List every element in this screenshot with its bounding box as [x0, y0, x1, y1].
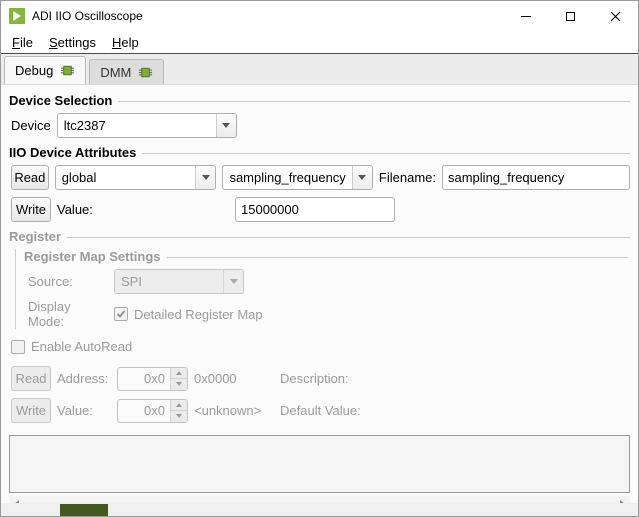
attribute-combobox-value: sampling_frequency: [223, 170, 351, 185]
check-icon: [116, 309, 126, 319]
menu-item-file[interactable]: File: [4, 33, 41, 52]
device-label: Device: [11, 118, 51, 133]
attribute-combobox[interactable]: sampling_frequency: [222, 165, 372, 190]
window-title: ADI IIO Oscilloscope: [32, 9, 143, 23]
register-value-spinbox-value: 0x0: [118, 400, 170, 422]
spin-buttons: [170, 368, 187, 390]
filename-input[interactable]: [442, 165, 630, 190]
device-selection-frame: Device Selection Device ltc2387: [7, 93, 632, 138]
menu-item-help[interactable]: Help: [104, 33, 147, 52]
maximize-icon: [566, 12, 575, 21]
arrow-up-icon: [176, 403, 182, 407]
register-value-label: Value:: [57, 403, 111, 418]
close-button[interactable]: [593, 1, 638, 31]
arrow-up-icon: [176, 371, 182, 375]
chip-icon: [138, 65, 153, 80]
spin-buttons: [170, 400, 187, 422]
tab-debug-label: Debug: [15, 63, 53, 78]
register-map-settings-title: Register Map Settings: [24, 249, 167, 264]
window-controls: [503, 1, 638, 31]
device-combobox-value: ltc2387: [58, 118, 216, 133]
chevron-down-icon: [195, 166, 215, 189]
chevron-down-icon: [352, 166, 372, 189]
default-value-label: Default Value:: [280, 403, 361, 418]
address-spinbox[interactable]: 0x0: [117, 367, 188, 391]
scope-combobox[interactable]: global: [55, 165, 217, 190]
register-title: Register: [9, 229, 67, 244]
minimize-icon: [521, 16, 531, 17]
tab-dmm[interactable]: DMM: [89, 59, 164, 84]
display-mode-label: Display Mode:: [28, 299, 108, 329]
description-label: Description:: [280, 371, 349, 386]
address-spinbox-value: 0x0: [118, 368, 170, 390]
register-read-button[interactable]: Read: [11, 366, 51, 391]
attr-value-input[interactable]: [235, 197, 395, 222]
minimize-button[interactable]: [503, 1, 548, 31]
attr-read-button[interactable]: Read: [11, 165, 49, 190]
attr-write-button[interactable]: Write: [11, 197, 51, 222]
titlebar: ADI IIO Oscilloscope: [1, 1, 638, 31]
source-label: Source:: [28, 274, 108, 289]
close-icon: [610, 11, 621, 22]
spin-down-button[interactable]: [171, 410, 187, 422]
spin-up-button[interactable]: [171, 368, 187, 379]
register-description-box: [9, 435, 630, 493]
debug-panel: Device Selection Device ltc2387 IIO Devi…: [1, 85, 638, 511]
register-map-settings-frame: Register Map Settings Source: SPI Displa…: [15, 249, 630, 329]
menu-item-settings[interactable]: Settings: [41, 33, 104, 52]
iio-attributes-frame: IIO Device Attributes Read global sampli…: [7, 145, 632, 222]
adi-logo-icon: [9, 8, 25, 24]
frame-divider: [67, 237, 630, 238]
device-combobox[interactable]: ltc2387: [57, 113, 237, 138]
frame-divider: [118, 101, 630, 102]
chevron-down-icon: [216, 114, 236, 137]
bottom-green-box: [60, 504, 108, 516]
autoread-checkbox[interactable]: [11, 340, 25, 354]
attr-value-label: Value:: [57, 202, 229, 217]
chevron-down-icon: [223, 270, 243, 293]
display-mode-checkbox[interactable]: [114, 307, 128, 321]
arrow-down-icon: [176, 382, 182, 386]
chip-icon: [60, 63, 75, 78]
menubar: File Settings Help: [1, 31, 638, 54]
register-write-button[interactable]: Write: [11, 398, 51, 423]
address-label: Address:: [57, 371, 111, 386]
tab-debug[interactable]: Debug: [4, 56, 86, 84]
tab-dmm-label: DMM: [100, 65, 131, 80]
iio-attributes-title: IIO Device Attributes: [9, 145, 142, 160]
source-combobox[interactable]: SPI: [114, 269, 244, 294]
device-selection-title: Device Selection: [9, 93, 118, 108]
spin-down-button[interactable]: [171, 378, 187, 390]
scope-combobox-value: global: [56, 170, 196, 185]
arrow-down-icon: [176, 414, 182, 418]
app-window: { "window": { "title": "ADI IIO Oscillos…: [0, 0, 639, 517]
bottom-strip: [1, 503, 638, 516]
autoread-label: Enable AutoRead: [31, 339, 132, 354]
address-hex-label: 0x0000: [194, 371, 274, 386]
maximize-button[interactable]: [548, 1, 593, 31]
filename-label: Filename:: [379, 170, 436, 185]
display-mode-option-label: Detailed Register Map: [134, 307, 263, 322]
frame-divider: [142, 153, 630, 154]
tabstrip: Debug DMM: [1, 54, 638, 85]
source-combobox-value: SPI: [115, 274, 223, 289]
spin-up-button[interactable]: [171, 400, 187, 411]
frame-divider: [167, 257, 628, 258]
value-unknown-label: <unknown>: [194, 403, 274, 418]
register-value-spinbox[interactable]: 0x0: [117, 399, 188, 423]
register-frame: Register Register Map Settings Source: S…: [7, 229, 632, 511]
